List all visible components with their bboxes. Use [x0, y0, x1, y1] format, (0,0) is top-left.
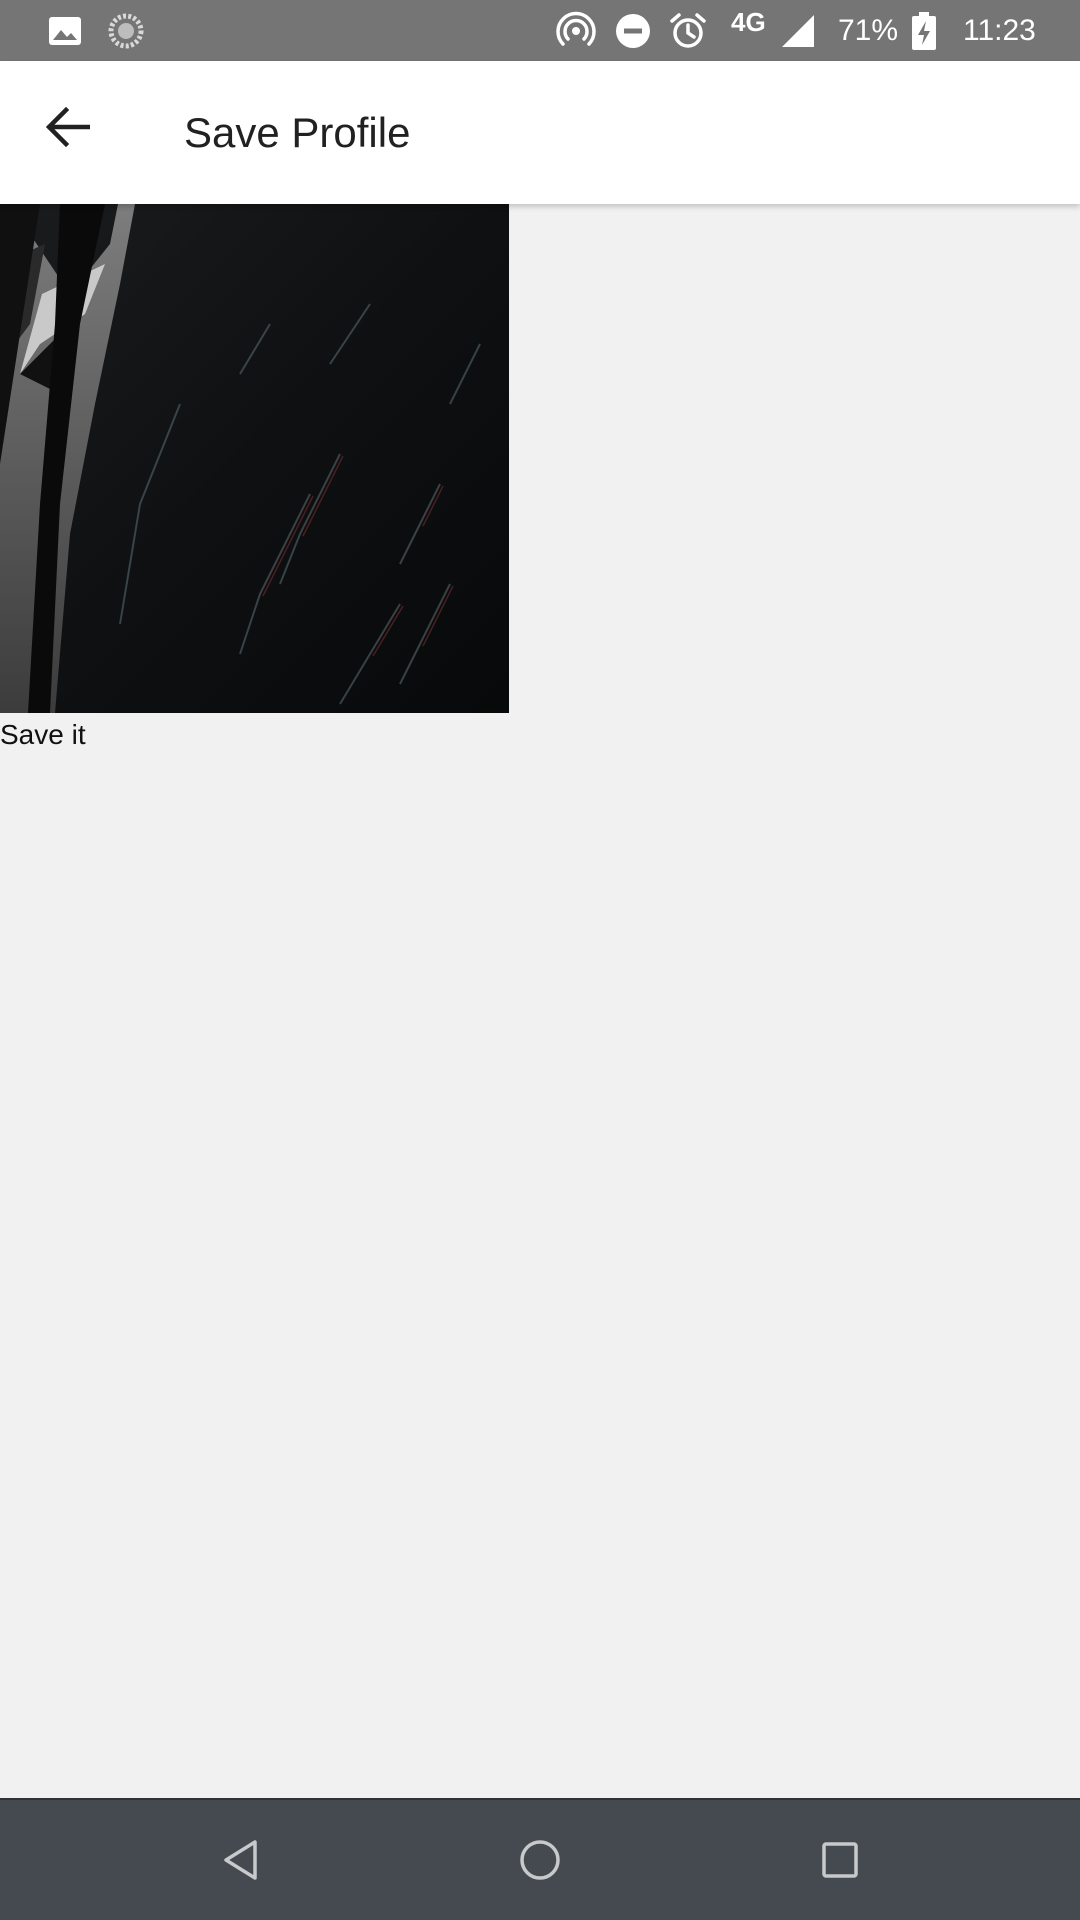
nav-back-button[interactable]: [181, 1800, 301, 1920]
app-bar: Save Profile: [0, 61, 1080, 204]
do-not-disturb-icon: [613, 0, 653, 61]
profile-image: [0, 204, 509, 713]
hotspot-icon: [554, 0, 598, 61]
save-it-label[interactable]: Save it: [0, 717, 86, 753]
signal-icon: [780, 0, 816, 61]
nav-back-icon: [224, 1840, 257, 1880]
battery-percent: 71%: [838, 14, 899, 47]
nav-recents-button[interactable]: [780, 1800, 900, 1920]
nav-home-icon: [520, 1840, 560, 1880]
nav-recents-icon: [822, 1842, 858, 1878]
sync-icon: [106, 0, 146, 61]
network-type-label: 4G: [731, 7, 766, 37]
status-bar: 4G 71% 11:23: [0, 0, 1080, 61]
profile-picture: [0, 204, 509, 713]
gallery-icon: [47, 0, 83, 61]
clock: 11:23: [963, 14, 1036, 47]
battery-charging-icon: [910, 0, 938, 61]
alarm-icon: [668, 0, 708, 61]
arrow-back-icon: [46, 107, 90, 147]
page-title: Save Profile: [184, 109, 411, 156]
back-button[interactable]: [26, 85, 110, 169]
navigation-bar: [0, 1798, 1080, 1920]
nav-home-button[interactable]: [480, 1800, 600, 1920]
